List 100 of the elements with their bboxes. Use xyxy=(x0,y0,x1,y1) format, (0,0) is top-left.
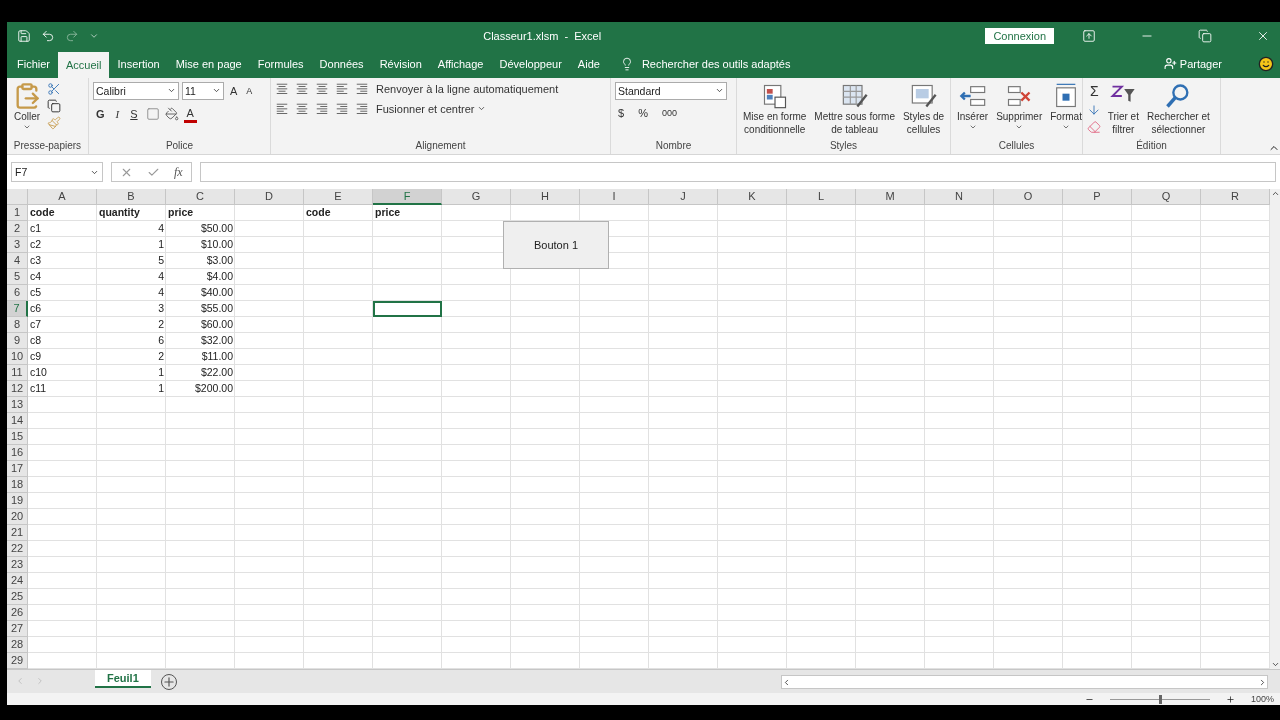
cells-button[interactable]: Format xyxy=(1048,81,1084,140)
table-cell-text: 1 xyxy=(158,365,164,381)
paste-button[interactable]: Coller xyxy=(11,81,43,140)
row-header[interactable]: 10 xyxy=(7,349,28,366)
row-header[interactable]: 16 xyxy=(7,445,28,462)
ribbon-tab[interactable]: Accueil xyxy=(58,51,110,78)
sheet-tab[interactable]: Feuil1 xyxy=(95,670,151,689)
column-header[interactable]: R xyxy=(1201,189,1270,206)
underline-button[interactable]: S xyxy=(127,107,141,122)
currency-button[interactable]: $ xyxy=(615,105,628,120)
row-header[interactable]: 9 xyxy=(7,333,28,350)
column-header[interactable]: Q xyxy=(1132,189,1201,206)
row-header[interactable]: 5 xyxy=(7,269,28,286)
window-title: Classeur1.xlsm - Excel xyxy=(482,29,603,42)
table-cell-text: code xyxy=(30,205,55,221)
grow-font-button[interactable]: A xyxy=(227,83,241,98)
column-header[interactable]: E xyxy=(304,189,373,206)
row-header[interactable]: 4 xyxy=(7,253,28,270)
thousands-button[interactable]: 000 xyxy=(658,106,680,119)
row-header[interactable]: 26 xyxy=(7,605,28,622)
cells-button[interactable]: Supprimer xyxy=(994,81,1045,140)
shrink-font-button[interactable]: A xyxy=(243,84,256,97)
column-header[interactable]: C xyxy=(166,189,235,206)
column-header[interactable]: K xyxy=(718,189,787,206)
styles-button[interactable]: Styles de cellules xyxy=(900,81,947,140)
row-header[interactable]: 28 xyxy=(7,637,28,654)
row-header[interactable]: 27 xyxy=(7,621,28,638)
percent-button[interactable]: % xyxy=(635,105,651,120)
column-header[interactable]: N xyxy=(925,189,994,206)
column-header[interactable]: D xyxy=(235,189,304,206)
ribbon-tab[interactable]: Mise en page xyxy=(167,49,250,78)
editing-button[interactable]: Rechercher et sélectionner xyxy=(1144,81,1212,140)
row-header[interactable]: 23 xyxy=(7,557,28,574)
wrap-text-button[interactable]: Renvoyer à la ligne automatiquement xyxy=(373,81,562,96)
cells-button[interactable]: Insérer xyxy=(955,81,991,140)
row-header[interactable]: 8 xyxy=(7,317,28,334)
table-cell-text: $200.00 xyxy=(195,381,233,397)
row-header[interactable]: 15 xyxy=(7,429,28,446)
name-box[interactable]: F7 xyxy=(11,162,103,183)
column-header[interactable]: O xyxy=(994,189,1063,206)
autosum-button[interactable]: Σ xyxy=(1087,81,1102,100)
row-header[interactable]: 24 xyxy=(7,573,28,590)
ribbon-tab[interactable]: Fichier xyxy=(9,49,58,78)
table-cell-text: $10.00 xyxy=(200,237,233,253)
column-header[interactable]: G xyxy=(442,189,511,206)
column-header[interactable]: H xyxy=(511,189,580,206)
column-header[interactable]: M xyxy=(856,189,925,206)
row-header[interactable]: 13 xyxy=(7,397,28,414)
row-header[interactable]: 2 xyxy=(7,221,28,238)
table-cell-text: $50.00 xyxy=(200,221,233,237)
ribbon-tab[interactable]: Révision xyxy=(371,49,430,78)
row-header[interactable]: 25 xyxy=(7,589,28,606)
ribbon-tab[interactable]: Aide xyxy=(569,49,608,78)
ribbon-tab[interactable]: Insertion xyxy=(109,49,168,78)
row-header[interactable]: 20 xyxy=(7,509,28,526)
column-header[interactable]: J xyxy=(649,189,718,206)
share-button[interactable]: Partager xyxy=(1157,49,1228,78)
table-cell-text: 4 xyxy=(158,269,164,285)
group-label: Police xyxy=(164,139,195,153)
column-header[interactable]: A xyxy=(28,189,97,206)
ribbon-tab[interactable]: Développeur xyxy=(491,49,570,78)
column-header[interactable]: L xyxy=(787,189,856,206)
italic-button[interactable]: I xyxy=(112,107,123,122)
row-header[interactable]: 17 xyxy=(7,461,28,478)
column-header[interactable]: P xyxy=(1063,189,1132,206)
row-header[interactable]: 14 xyxy=(7,413,28,430)
font-name-field[interactable]: Calibri xyxy=(93,81,179,100)
styles-button[interactable]: Mise en forme conditionnelle xyxy=(741,81,809,140)
form-button[interactable]: Bouton 1 xyxy=(503,221,609,270)
zoom-level: 100% xyxy=(1250,694,1274,705)
font-size-field[interactable]: 11 xyxy=(182,81,224,100)
row-header[interactable]: 11 xyxy=(7,365,28,382)
font-color-button[interactable]: A xyxy=(183,105,197,123)
sign-in-button[interactable]: Connexion xyxy=(985,27,1054,44)
merge-center-button[interactable]: Fusionner et centrer xyxy=(373,101,562,116)
ribbon-tab[interactable]: Formules xyxy=(249,49,312,78)
editing-button[interactable]: Trier et filtrer xyxy=(1105,81,1141,140)
ribbon-tab[interactable]: Affichage xyxy=(429,49,492,78)
insert-function-button[interactable]: fx xyxy=(174,164,183,180)
row-header[interactable]: 1 xyxy=(7,205,28,222)
table-cell-text: 3 xyxy=(158,301,164,317)
row-header[interactable]: 7 xyxy=(7,301,28,318)
table-cell-text: 2 xyxy=(158,349,164,365)
styles-button[interactable]: Mettre sous forme de tableau xyxy=(812,81,897,140)
column-header[interactable]: B xyxy=(97,189,166,206)
table-cell-text: 2 xyxy=(158,317,164,333)
number-format-field[interactable]: Standard xyxy=(615,81,727,100)
row-header[interactable]: 21 xyxy=(7,525,28,542)
bold-button[interactable]: G xyxy=(93,107,108,122)
row-header[interactable]: 18 xyxy=(7,477,28,494)
row-header[interactable]: 6 xyxy=(7,285,28,302)
row-header[interactable]: 12 xyxy=(7,381,28,398)
tell-me-field[interactable]: Rechercher des outils adaptés xyxy=(641,57,791,70)
row-header[interactable]: 19 xyxy=(7,493,28,510)
column-header[interactable]: F xyxy=(373,189,442,206)
column-header[interactable]: I xyxy=(580,189,649,206)
row-header[interactable]: 22 xyxy=(7,541,28,558)
ribbon-tab[interactable]: Données xyxy=(311,49,372,78)
row-header[interactable]: 3 xyxy=(7,237,28,254)
row-header[interactable]: 29 xyxy=(7,653,28,670)
